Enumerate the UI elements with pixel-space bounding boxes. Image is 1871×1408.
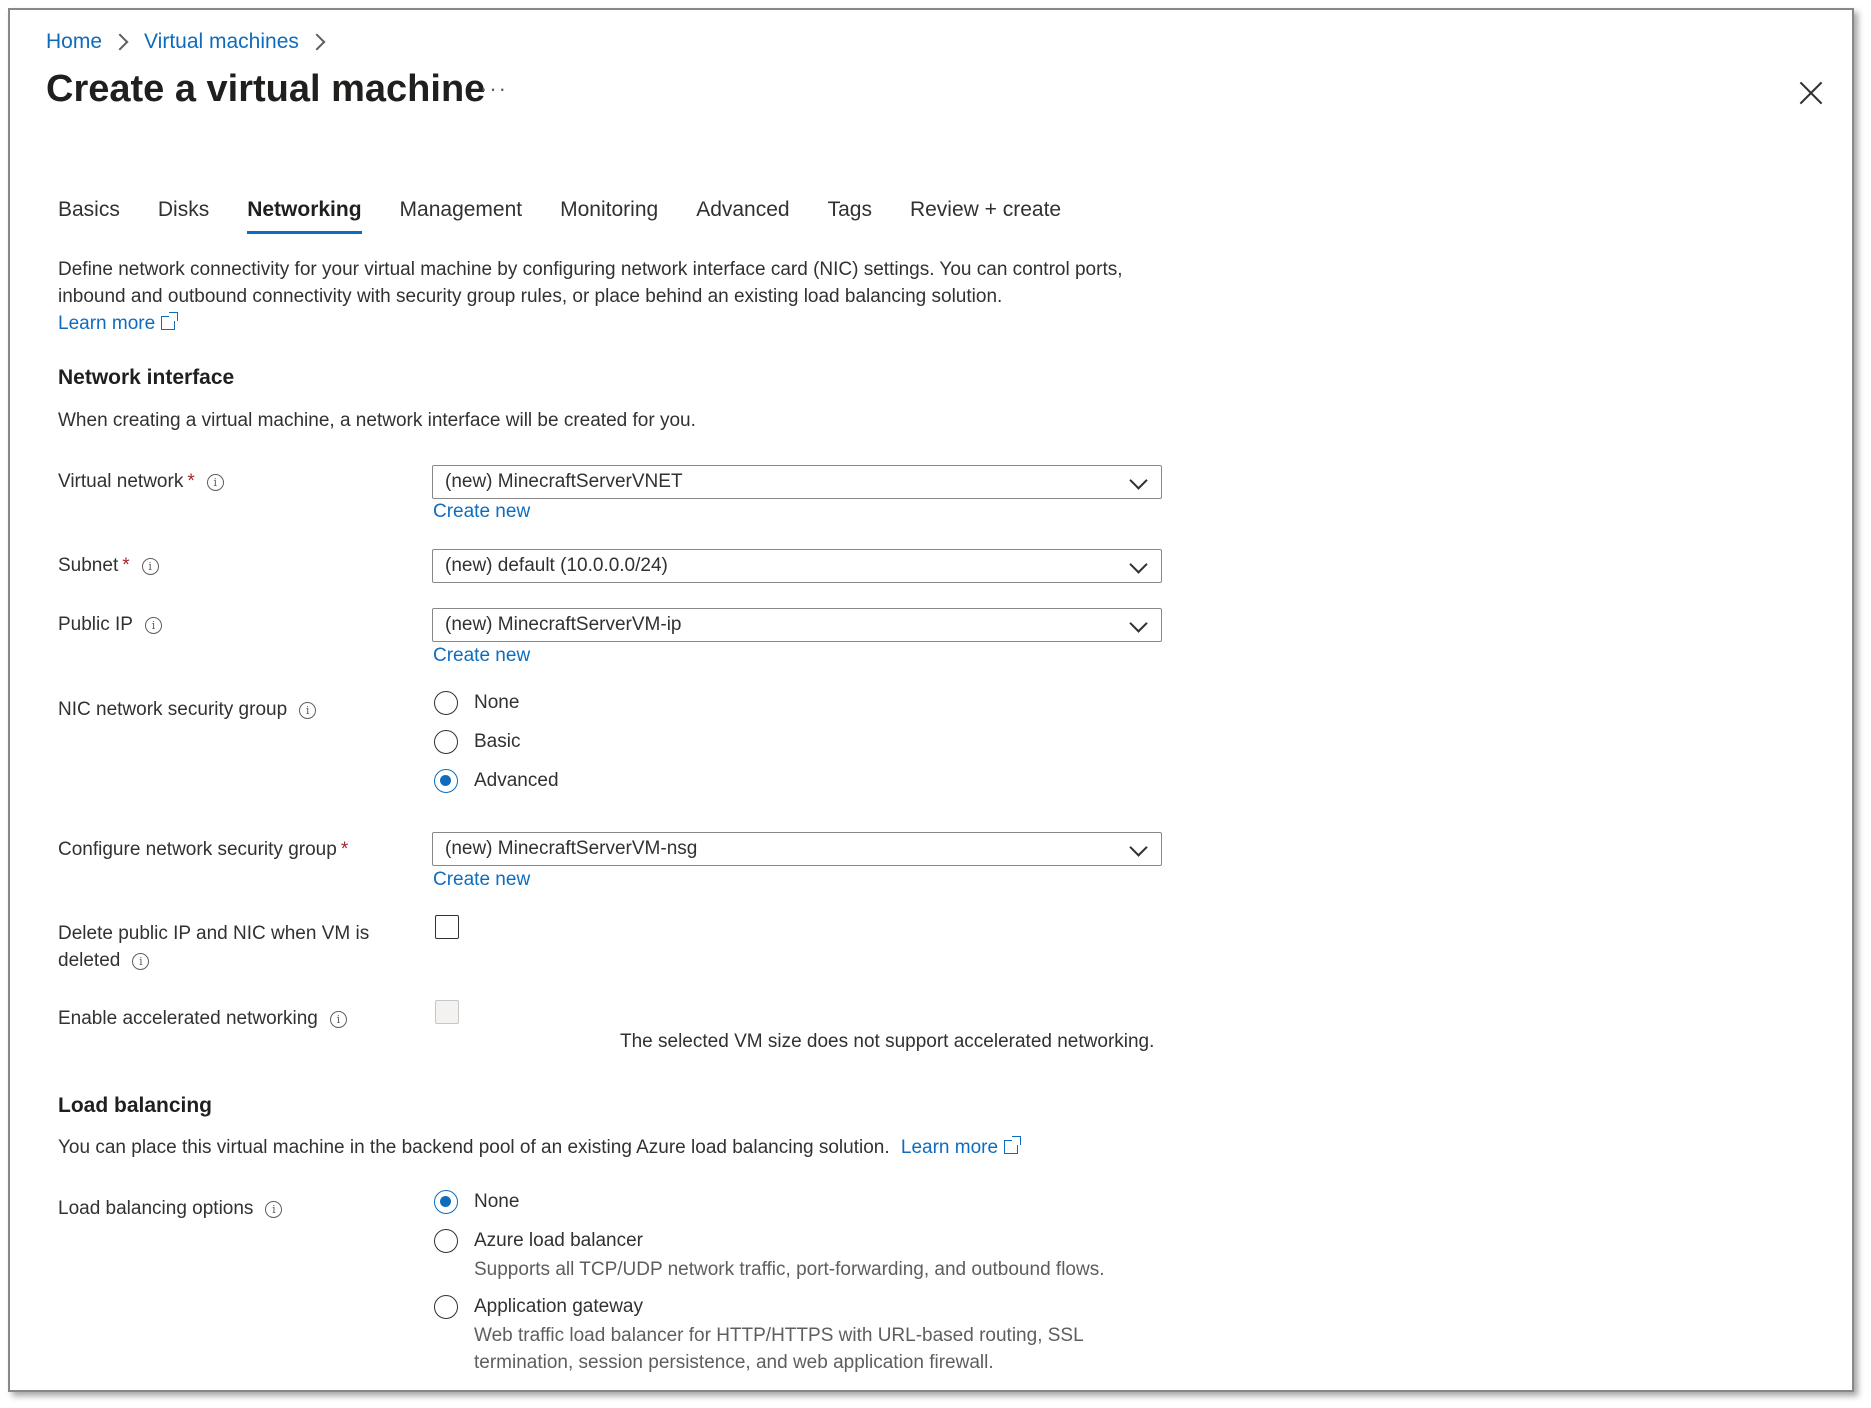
chevron-right-icon [111, 33, 129, 51]
lb-option-application-gateway-description: Web traffic load balancer for HTTP/HTTPS… [474, 1325, 1084, 1373]
tab-basics[interactable]: Basics [58, 198, 120, 234]
info-icon[interactable]: i [132, 953, 150, 970]
info-icon[interactable]: i [265, 1201, 283, 1218]
radio-button[interactable] [434, 691, 458, 715]
nic-nsg-option-none[interactable]: None [434, 691, 519, 715]
blade-panel: Home Virtual machines Create a virtual m… [8, 8, 1854, 1392]
external-link-icon [1004, 1136, 1022, 1154]
close-icon[interactable] [1796, 78, 1826, 108]
delete-public-ip-checkbox[interactable] [435, 915, 459, 939]
tab-management[interactable]: Management [400, 198, 523, 234]
radio-button-selected[interactable] [434, 769, 458, 793]
chevron-down-icon [1129, 555, 1148, 574]
virtual-network-dropdown[interactable]: (new) MinecraftServerVNET [432, 465, 1162, 499]
radio-button[interactable] [434, 1229, 458, 1253]
nic-nsg-option-basic[interactable]: Basic [434, 730, 520, 754]
network-interface-description: When creating a virtual machine, a netwo… [58, 410, 696, 431]
load-balancing-options-label: Load balancing options i [58, 1195, 283, 1222]
lb-option-azure-load-balancer-description: Supports all TCP/UDP network traffic, po… [474, 1259, 1105, 1280]
tab-advanced[interactable]: Advanced [696, 198, 789, 234]
radio-button[interactable] [434, 1295, 458, 1319]
public-ip-dropdown[interactable]: (new) MinecraftServerVM-ip [432, 608, 1162, 642]
required-marker: * [340, 839, 349, 860]
tab-bar: Basics Disks Networking Management Monit… [58, 198, 1099, 234]
tab-review-create[interactable]: Review + create [910, 198, 1061, 234]
tab-tags[interactable]: Tags [828, 198, 872, 234]
radio-button[interactable] [434, 730, 458, 754]
breadcrumb: Home Virtual machines [46, 30, 341, 54]
nic-nsg-option-advanced[interactable]: Advanced [434, 769, 559, 793]
intro-line-2: inbound and outbound connectivity with s… [58, 286, 1003, 307]
lb-option-azure-load-balancer[interactable]: Azure load balancer [434, 1229, 643, 1253]
accelerated-networking-label: Enable accelerated networking i [58, 1005, 347, 1032]
info-icon[interactable]: i [144, 617, 162, 634]
chevron-down-icon [1129, 838, 1148, 857]
more-options-button[interactable]: ··· [480, 76, 508, 102]
breadcrumb-home[interactable]: Home [46, 30, 102, 54]
info-icon[interactable]: i [141, 558, 159, 575]
tab-networking[interactable]: Networking [247, 198, 362, 234]
lb-option-none[interactable]: None [434, 1190, 519, 1214]
info-icon[interactable]: i [206, 474, 224, 491]
subnet-dropdown[interactable]: (new) default (10.0.0.0/24) [432, 549, 1162, 583]
configure-nsg-dropdown[interactable]: (new) MinecraftServerVM-nsg [432, 832, 1162, 866]
chevron-down-icon [1129, 471, 1148, 490]
info-icon[interactable]: i [329, 1011, 347, 1028]
delete-public-ip-label: Delete public IP and NIC when VM is dele… [58, 923, 370, 971]
breadcrumb-virtual-machines[interactable]: Virtual machines [144, 30, 299, 54]
subnet-label: Subnet * i [58, 552, 159, 579]
external-link-icon [161, 312, 179, 330]
intro-line-1: Define network connectivity for your vir… [58, 259, 1123, 280]
configure-nsg-label: Configure network security group * [58, 839, 349, 860]
configure-nsg-create-new-link[interactable]: Create new [433, 869, 530, 891]
chevron-down-icon [1129, 614, 1148, 633]
accelerated-networking-checkbox [435, 1000, 459, 1024]
load-balancing-learn-more-link[interactable]: Learn more [901, 1137, 998, 1158]
required-marker: * [187, 471, 195, 492]
network-interface-heading: Network interface [58, 366, 235, 389]
lb-option-application-gateway[interactable]: Application gateway [434, 1295, 643, 1319]
public-ip-create-new-link[interactable]: Create new [433, 645, 530, 667]
tab-disks[interactable]: Disks [158, 198, 209, 234]
load-balancing-heading: Load balancing [58, 1094, 213, 1117]
accelerated-networking-note: The selected VM size does not support ac… [620, 1031, 1155, 1052]
page-title: Create a virtual machine [46, 68, 486, 110]
info-icon[interactable]: i [299, 702, 317, 719]
radio-button-selected[interactable] [434, 1190, 458, 1214]
tab-monitoring[interactable]: Monitoring [560, 198, 658, 234]
nic-nsg-label: NIC network security group i [58, 696, 317, 723]
learn-more-link[interactable]: Learn more [58, 313, 155, 334]
virtual-network-label: Virtual network * i [58, 468, 224, 495]
required-marker: * [122, 555, 130, 576]
virtual-network-create-new-link[interactable]: Create new [433, 501, 530, 523]
intro-description: Define network connectivity for your vir… [58, 256, 1178, 337]
chevron-right-icon [308, 33, 326, 51]
public-ip-label: Public IP i [58, 611, 162, 638]
load-balancing-description: You can place this virtual machine in th… [58, 1136, 1022, 1159]
